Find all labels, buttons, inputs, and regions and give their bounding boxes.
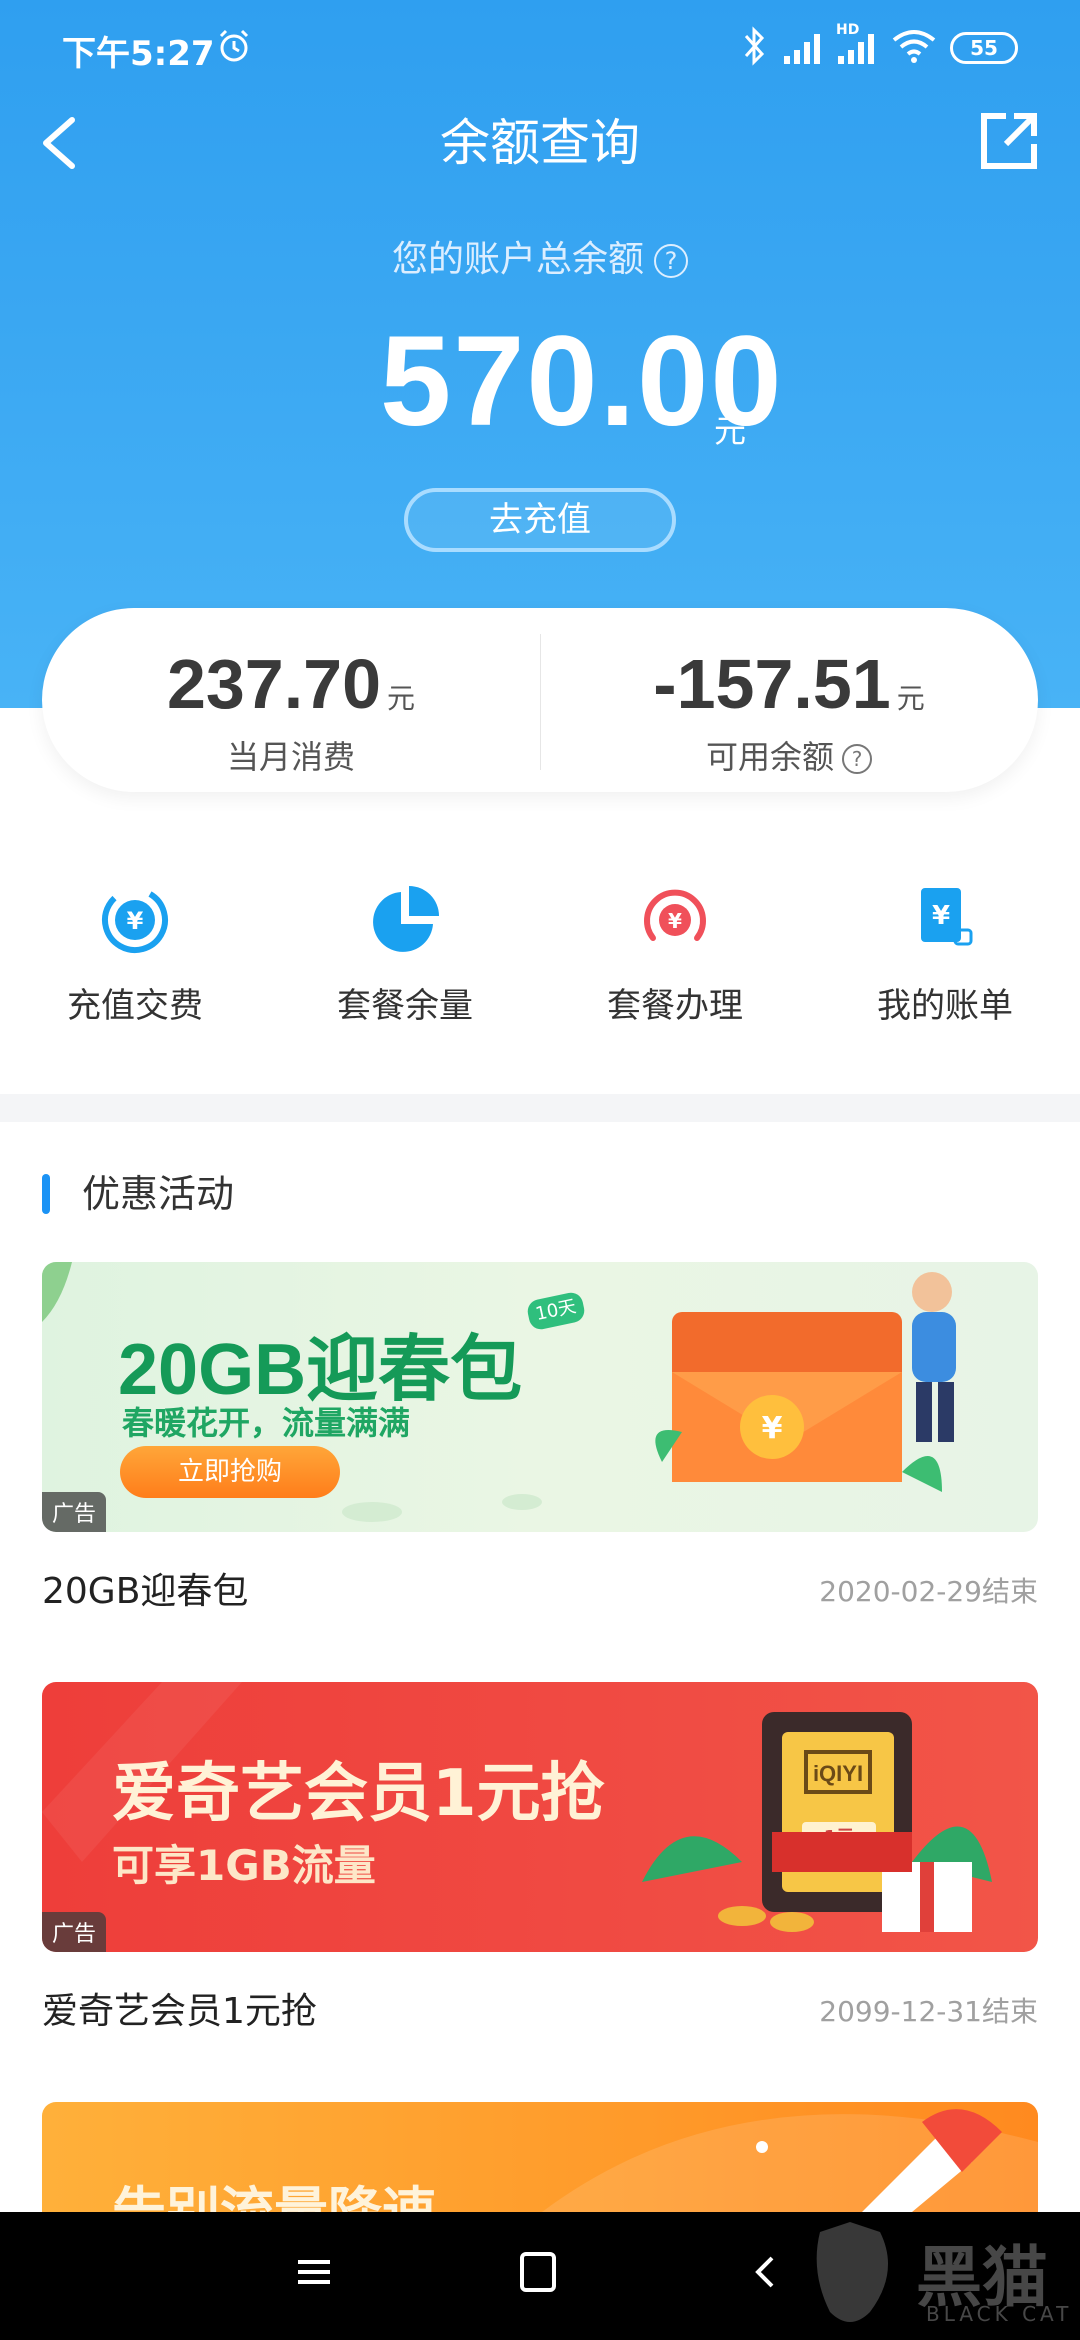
page-title: 余额查询 [440,114,640,172]
promo-name[interactable]: 20GB迎春包 [42,1562,248,1614]
quick-actions: ¥ 充值交费 套餐余量 ¥ 套餐办理 ¥ 我的账单 [0,880,1080,1040]
available-balance-unit: 元 [896,682,925,715]
signal-icon [784,34,820,64]
promo-banner-speed[interactable]: 告别流量降速 [42,2102,1038,2212]
help-icon[interactable]: ? [654,244,688,278]
promo-end-date: 2020-02-29结束 [819,1575,1038,1608]
promo-end-date: 2099-12-31结束 [819,1995,1038,2028]
share-icon[interactable] [978,110,1040,172]
recharge-icon: ¥ [102,887,168,953]
action-label: 套餐余量 [337,986,473,1026]
action-label: 我的账单 [877,986,1013,1026]
recharge-button[interactable]: 去充值 [404,488,676,552]
section-divider [0,1094,1080,1122]
bill-icon: ¥ [921,888,973,946]
promo-name[interactable]: 爱奇艺会员1元抢 [42,1982,317,2034]
pie-chart-icon [373,886,439,952]
banner-subtitle: 可享1GB流量 [112,1841,376,1890]
action-label: 充值交费 [67,986,203,1026]
status-bar: 下午5:27 HD 55 [0,0,1080,96]
banner-title: 爱奇艺会员1元抢 [112,1757,605,1831]
available-balance-label-text: 可用余额 [705,738,834,776]
banner-subtitle: 春暖花开，流量满满 [122,1404,411,1442]
balance-label-text: 您的账户总余额 [391,239,644,280]
home-icon[interactable] [520,2252,556,2292]
available-balance-label: 可用余额? [540,732,1038,778]
monthly-spend-label: 当月消费 [226,738,355,776]
action-plan-balance[interactable]: 套餐余量 [270,880,540,1027]
promo-banner-spring[interactable]: ¥ 20GB迎春包 10天 春暖花开，流量满满 立即抢购 广告 [42,1262,1038,1532]
svg-text:¥: ¥ [127,907,144,935]
section-accent-bar [42,1174,50,1214]
svg-text:¥: ¥ [932,901,950,931]
action-recharge[interactable]: ¥ 充值交费 [0,880,270,1027]
promo-section-title: 优惠活动 [82,1172,235,1216]
stats-card: 237.70 元 当月消费 -157.51 元 可用余额? [42,608,1038,792]
monthly-spend-value: 237.70 [166,645,382,723]
wifi-icon [892,30,936,63]
svg-text:¥: ¥ [762,1411,783,1446]
buy-now-button[interactable]: 立即抢购 [120,1446,340,1498]
balance-unit: 元 [714,412,747,450]
status-time: 下午5:27 [62,34,215,74]
help-icon[interactable]: ? [842,744,872,774]
ad-badge: 广告 [42,1912,107,1952]
available-balance-value: -157.51 [653,645,891,723]
nav-back-icon[interactable] [750,2252,780,2292]
signal-hd-icon [838,34,874,64]
balance-label: 您的账户总余额? [0,230,1080,282]
bluetooth-icon [744,26,765,66]
plan-icon: ¥ [644,889,706,941]
monthly-spend[interactable]: 237.70 元 当月消费 [42,644,540,778]
available-balance[interactable]: -157.51 元 可用余额? [540,644,1038,778]
ad-badge: 广告 [42,1492,107,1532]
monthly-spend-unit: 元 [387,682,416,715]
battery-indicator: 55 [950,32,1018,64]
iqiyi-logo-text: iQIYI [813,1761,863,1786]
promo-banner-iqiyi[interactable]: iQIYI 1元 爱奇艺会员1元抢 可享1GB流量 广告 [42,1682,1038,1952]
menu-icon[interactable] [296,2252,332,2292]
watermark-subtext: BLACK CAT [926,2302,1073,2326]
action-my-bill[interactable]: ¥ 我的账单 [810,880,1080,1027]
alarm-icon [219,29,249,62]
action-plan-handle[interactable]: ¥ 套餐办理 [540,880,810,1027]
banner-title: 告别流量降速 [112,2168,436,2212]
action-label: 套餐办理 [607,986,743,1026]
svg-text:¥: ¥ [668,909,682,933]
